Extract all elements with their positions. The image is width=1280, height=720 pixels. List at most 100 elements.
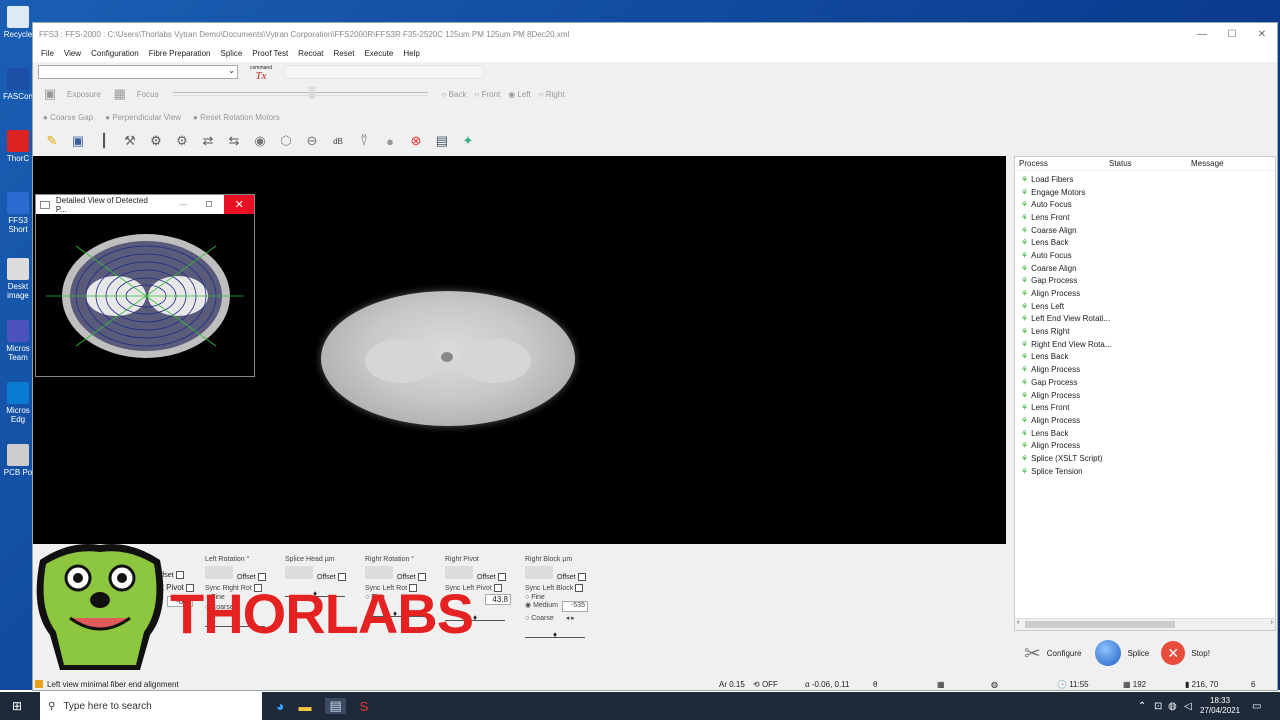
desktop-icon[interactable]: Deskt image [2, 258, 34, 300]
process-item[interactable]: ⚘ Lens Back [1015, 236, 1275, 249]
menu-item[interactable]: Splice [221, 49, 243, 58]
back-radio[interactable]: ○ Back [442, 90, 467, 99]
motor2-icon[interactable]: ⚙ [173, 132, 191, 150]
dialog-maximize-icon[interactable]: ☐ [205, 200, 212, 209]
desktop-icon[interactable]: FASCon [2, 68, 34, 101]
process-scrollbar[interactable]: ‹ › [1015, 618, 1275, 630]
save-icon[interactable]: ▣ [69, 132, 87, 150]
taskbar-search[interactable]: ⚲ Type here to search [40, 692, 262, 720]
process-item[interactable]: ⚘ Coarse Align [1015, 262, 1275, 275]
db-icon[interactable]: dB [329, 132, 347, 150]
desktop-icon[interactable]: Micros Team [2, 320, 34, 362]
tension-icon[interactable]: ⍢ [355, 132, 373, 150]
desktop-icon[interactable]: Micros Edg [2, 382, 34, 424]
desktop-icon[interactable]: ThorC [2, 130, 34, 163]
dialog-close-button[interactable]: ✕ [224, 195, 254, 214]
coarse-gap-button[interactable]: ● Coarse Gap [43, 113, 93, 122]
process-item[interactable]: ⚘ Gap Process [1015, 275, 1275, 288]
front-radio[interactable]: ○ Front [474, 90, 500, 99]
control-value-input[interactable]: 43.8 [485, 594, 511, 605]
desktop-icon[interactable]: FFS3 Short [2, 192, 34, 234]
process-item[interactable]: ⚘ Lens Back [1015, 427, 1275, 440]
process-item[interactable]: ⚘ Align Process [1015, 439, 1275, 452]
ffs-app-taskbar-icon[interactable]: ▤ [325, 698, 346, 714]
offset-checkbox[interactable] [337, 572, 346, 581]
control-value-box[interactable] [285, 566, 313, 579]
taskbar-clock[interactable]: 18:33 27/04/2021 [1200, 696, 1240, 716]
perpendicular-view-button[interactable]: ● Perpendicular View [105, 113, 181, 122]
stop-button[interactable]: Stop! [1191, 649, 1210, 658]
left-radio[interactable]: ◉ Left [508, 90, 531, 99]
maximize-icon[interactable]: ☐ [1217, 29, 1247, 40]
control-value-box[interactable] [365, 566, 393, 579]
filter-icon[interactable]: ⬡ [277, 132, 295, 150]
status-column-header[interactable]: Status [1109, 159, 1191, 168]
slider-thumb[interactable]: ♦ [473, 613, 477, 622]
notification-icon[interactable]: ▭ [1252, 701, 1261, 712]
command-input[interactable] [284, 65, 484, 79]
process-item[interactable]: ⚘ Engage Motors [1015, 186, 1275, 199]
minimize-icon[interactable]: — [1187, 29, 1217, 40]
tray-chevron-icon[interactable]: ⌃ [1138, 701, 1146, 712]
control-value-box[interactable] [525, 566, 553, 579]
thorlabs-taskbar-icon[interactable]: S [360, 699, 369, 714]
command-select[interactable]: ⌄ [38, 65, 238, 79]
process-item[interactable]: ⚘ Align Process [1015, 389, 1275, 402]
configure-icon[interactable]: ✂ [1024, 641, 1041, 666]
motor-icon[interactable]: ⚙ [147, 132, 165, 150]
desktop-icon[interactable]: Recycle [2, 6, 34, 39]
file-explorer-icon[interactable]: ▬ [298, 699, 311, 714]
process-item[interactable]: ⚘ Lens Left [1015, 300, 1275, 313]
windows-start-icon[interactable]: ⊞ [12, 699, 22, 713]
fine-radio[interactable]: ○ Fine [525, 594, 601, 601]
camera-icon[interactable]: ▣ [41, 85, 59, 103]
coarse-radio[interactable]: ○ Coarse ◂ ▸ [525, 614, 601, 622]
process-item[interactable]: ⚘ Lens Front [1015, 401, 1275, 414]
process-item[interactable]: ⚘ Lens Front [1015, 211, 1275, 224]
cam-icon[interactable]: ▤ [433, 132, 451, 150]
process-item[interactable]: ⚘ Splice (XSLT Script) [1015, 452, 1275, 465]
menu-item[interactable]: File [41, 49, 54, 58]
process-item[interactable]: ⚘ Left End View Rotati... [1015, 313, 1275, 326]
dialog-minimize-icon[interactable]: — [179, 200, 187, 209]
menu-item[interactable]: Fibre Preparation [149, 49, 211, 58]
control-slider[interactable]: ♦ [525, 628, 585, 639]
menu-item[interactable]: Configuration [91, 49, 139, 58]
align2-icon[interactable]: ⇆ [225, 132, 243, 150]
stop-icon[interactable]: ⊗ [407, 132, 425, 150]
sync-checkbox[interactable] [575, 584, 584, 592]
medium-radio[interactable]: ◉ Medium -535 [525, 601, 601, 612]
desktop-icon[interactable]: PCB Po [2, 444, 34, 477]
process-column-header[interactable]: Process [1015, 159, 1109, 168]
menu-item[interactable]: Reset [334, 49, 355, 58]
tray-globe-icon[interactable]: ◍ [1168, 701, 1177, 712]
stop-icon[interactable]: ✕ [1161, 641, 1186, 665]
process-item[interactable]: ⚘ Coarse Align [1015, 224, 1275, 237]
gap-icon[interactable]: ⊖ [303, 132, 321, 150]
process-item[interactable]: ⚘ Align Process [1015, 287, 1275, 300]
menu-item[interactable]: Execute [364, 49, 393, 58]
offset-checkbox[interactable] [497, 572, 506, 581]
process-item[interactable]: ⚘ Lens Right [1015, 325, 1275, 338]
right-radio[interactable]: ○ Right [539, 90, 565, 99]
focus-button[interactable]: Focus [137, 90, 159, 99]
control-value-box[interactable] [205, 566, 233, 579]
splice-icon[interactable]: ⚒ [121, 132, 139, 150]
exposure-button[interactable]: Exposure [67, 90, 101, 99]
reset-rotation-button[interactable]: ● Reset Rotation Motors [193, 113, 280, 122]
focus-icon[interactable]: ▦ [111, 85, 129, 103]
process-item[interactable]: ⚘ Align Process [1015, 414, 1275, 427]
process-item[interactable]: ⚘ Align Process [1015, 363, 1275, 376]
run-icon[interactable]: ✦ [459, 132, 477, 150]
offset-checkbox[interactable] [577, 572, 586, 581]
sync-checkbox[interactable] [493, 584, 502, 592]
menu-item[interactable]: Help [403, 49, 419, 58]
process-item[interactable]: ⚘ Splice Tension [1015, 465, 1275, 478]
configure-button[interactable]: Configure [1047, 649, 1082, 658]
step-buttons[interactable]: ◂ ▸ [566, 615, 575, 622]
slider-thumb[interactable]: ♦ [553, 630, 557, 639]
fiber-icon[interactable]: ┃ [95, 132, 113, 150]
lens-icon[interactable]: ◉ [251, 132, 269, 150]
process-item[interactable]: ⚘ Right End View Rota... [1015, 338, 1275, 351]
menu-item[interactable]: View [64, 49, 81, 58]
